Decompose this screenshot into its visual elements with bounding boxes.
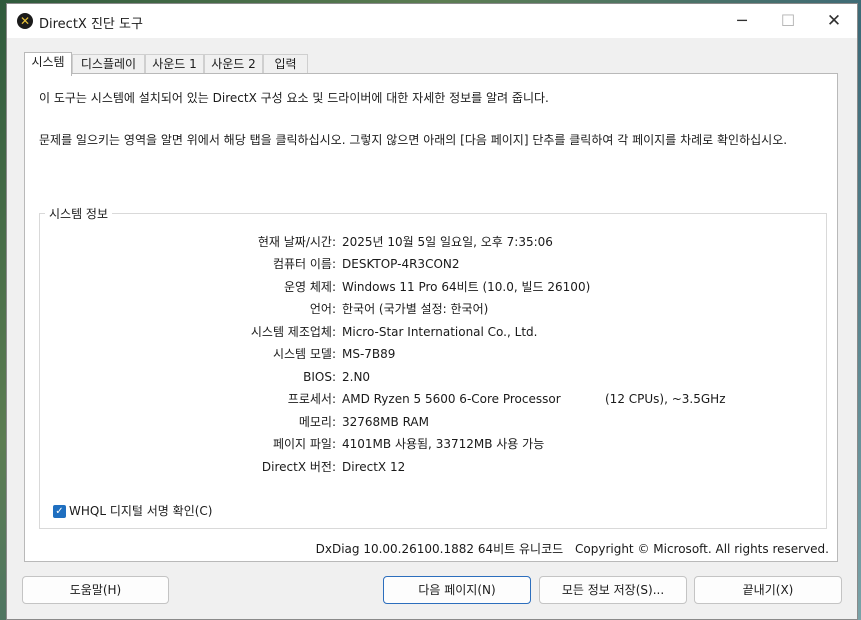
info-value: 2.N0 (342, 370, 371, 384)
dxdiag-window: ✕ DirectX 진단 도구 ─ ☐ ✕ 시스템 디스플레이 사운드 1 사운… (6, 3, 858, 620)
info-value: 2025년 10월 5일 일요일, 오후 7:35:06 (342, 235, 553, 249)
instruction-text: 문제를 일으키는 영역을 알면 위에서 해당 탭을 클릭하십시오. 그렇지 않으… (39, 133, 788, 147)
minimize-button[interactable]: ─ (719, 4, 765, 38)
info-value: Windows 11 Pro 64비트 (10.0, 빌드 26100) (342, 280, 591, 294)
help-button[interactable]: 도움말(H) (22, 576, 169, 604)
tab-system[interactable]: 시스템 (24, 52, 72, 76)
copyright-text: Copyright © Microsoft. All rights reserv… (575, 542, 829, 556)
title-bar[interactable]: ✕ DirectX 진단 도구 ─ ☐ ✕ (7, 4, 857, 38)
info-value: DESKTOP-4R3CON2 (342, 257, 460, 271)
system-info-group: 시스템 정보 현재 날짜/시간: 2025년 10월 5일 일요일, 오후 7:… (39, 205, 827, 529)
info-value: Micro-Star International Co., Ltd. (342, 325, 538, 339)
tab-display[interactable]: 디스플레이 (72, 54, 145, 75)
info-label: 시스템 모델: (272, 347, 336, 361)
tab-input[interactable]: 입력 (263, 54, 308, 75)
exit-button[interactable]: 끝내기(X) (694, 576, 842, 604)
intro-text: 이 도구는 시스템에 설치되어 있는 DirectX 구성 요소 및 드라이버에… (39, 91, 549, 105)
directx-icon: ✕ (17, 13, 33, 29)
info-label: 언어: (309, 302, 336, 316)
info-value: 32768MB RAM (342, 415, 429, 429)
system-tab-panel: 이 도구는 시스템에 설치되어 있는 DirectX 구성 요소 및 드라이버에… (24, 73, 838, 562)
window-title: DirectX 진단 도구 (39, 17, 143, 32)
group-title: 시스템 정보 (45, 205, 113, 222)
info-value: MS-7B89 (342, 347, 396, 361)
info-label: 현재 날짜/시간: (257, 235, 336, 249)
info-label: BIOS: (303, 370, 336, 384)
whql-checkbox[interactable]: ✓ (53, 505, 66, 518)
info-label: 시스템 제조업체: (250, 325, 336, 339)
info-label: 페이지 파일: (272, 437, 336, 451)
dxdiag-version-text: DxDiag 10.00.26100.1882 64비트 유니코드 (315, 542, 564, 556)
close-button[interactable]: ✕ (811, 4, 857, 38)
tab-sound-2[interactable]: 사운드 2 (204, 54, 263, 75)
tab-sound-1[interactable]: 사운드 1 (145, 54, 204, 75)
info-value: 한국어 (국가별 설정: 한국어) (342, 302, 489, 316)
version-footer: DxDiag 10.00.26100.1882 64비트 유니코드 Copyri… (308, 540, 829, 557)
next-page-button[interactable]: 다음 페이지(N) (383, 576, 531, 604)
save-all-info-button[interactable]: 모든 정보 저장(S)... (539, 576, 687, 604)
info-value: 4101MB 사용됨, 33712MB 사용 가능 (342, 437, 545, 451)
whql-label[interactable]: WHQL 디지털 서명 확인(C) (69, 503, 213, 519)
info-label: 운영 체제: (283, 280, 336, 294)
maximize-button[interactable]: ☐ (765, 4, 811, 38)
info-label: 컴퓨터 이름: (272, 257, 336, 271)
info-value: DirectX 12 (342, 460, 406, 474)
info-label: 프로세서: (287, 392, 336, 406)
cpu-count-value: (12 CPUs), ~3.5GHz (605, 392, 726, 406)
info-label: 메모리: (298, 415, 336, 429)
info-label: DirectX 버전: (261, 460, 336, 474)
info-value: AMD Ryzen 5 5600 6-Core Processor (342, 392, 561, 406)
